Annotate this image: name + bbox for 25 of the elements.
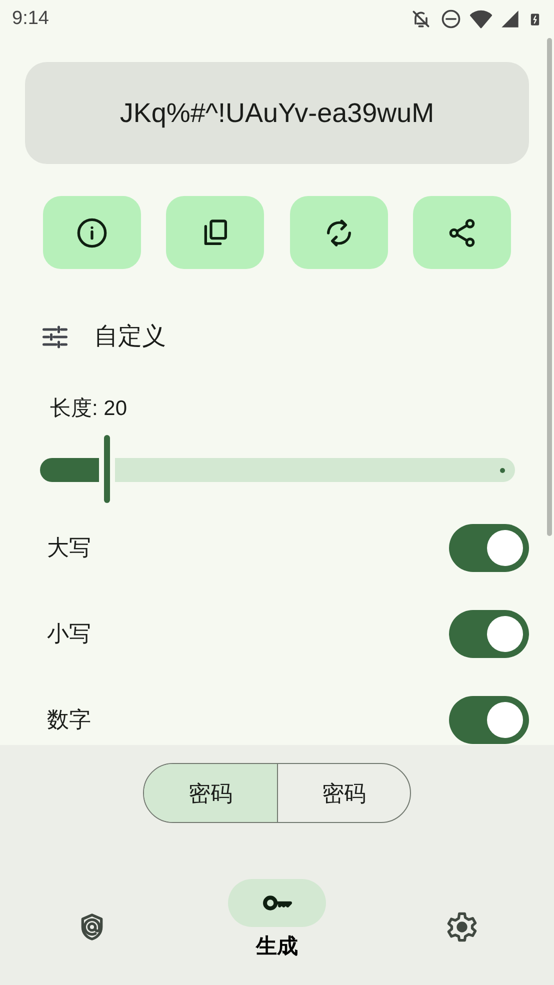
segment-button[interactable]: 密码	[144, 764, 277, 822]
refresh-button[interactable]	[290, 196, 388, 269]
length-slider[interactable]	[40, 434, 515, 504]
bell-off-icon	[410, 8, 432, 30]
gear-icon	[446, 911, 478, 943]
option-label: 小写	[47, 620, 91, 648]
option-label: 大写	[47, 534, 91, 562]
option-label: 数字	[47, 706, 91, 734]
section-title: 自定义	[94, 322, 166, 352]
do-not-disturb-icon	[440, 8, 462, 30]
length-label: 长度: 20	[49, 396, 128, 422]
copy-button[interactable]	[166, 196, 264, 269]
status-time: 9:14	[12, 6, 49, 31]
info-button[interactable]	[43, 196, 141, 269]
info-icon	[76, 216, 108, 248]
wifi-icon	[470, 8, 492, 30]
nav-item[interactable]: 生成	[212, 879, 342, 962]
slider-thumb[interactable]	[104, 434, 110, 502]
segment-button[interactable]: 密码	[277, 764, 410, 822]
signal-icon	[500, 9, 520, 29]
toggle-switch[interactable]	[449, 524, 529, 572]
toggle-switch[interactable]	[449, 696, 529, 744]
share-button[interactable]	[412, 196, 511, 269]
password-display: JKq%#^!UAuYv-ea39wuM	[25, 62, 529, 164]
toggle-switch[interactable]	[449, 610, 529, 658]
